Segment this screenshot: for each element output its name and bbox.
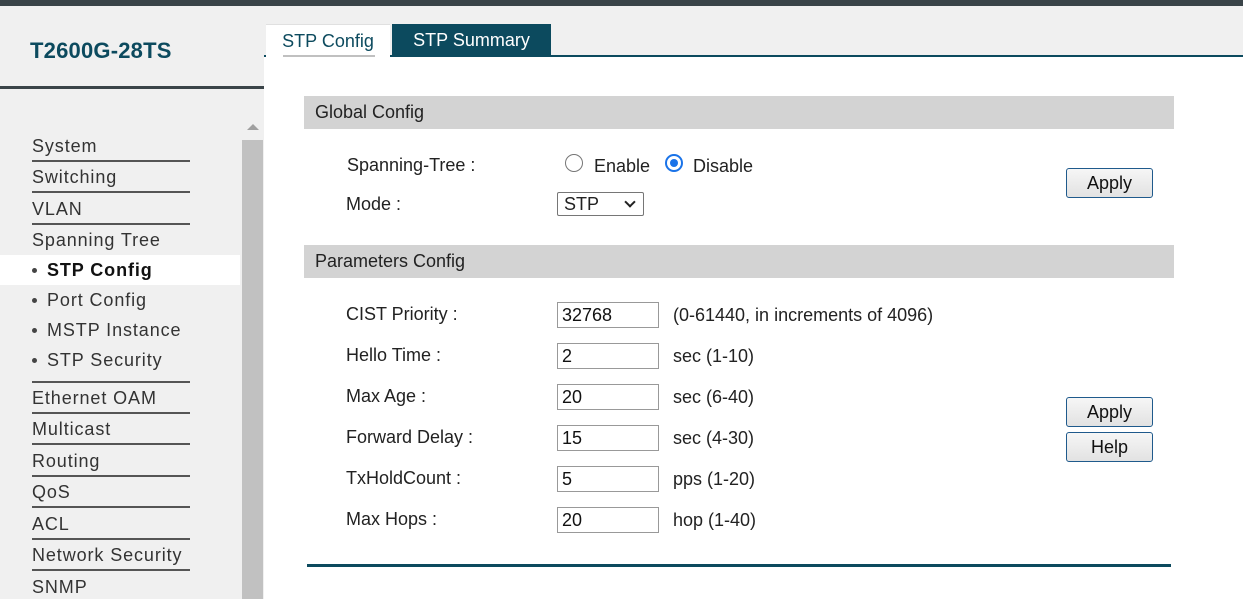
section-header-global-config: Global Config <box>304 96 1174 129</box>
tab-stp-config[interactable]: STP Config <box>266 24 390 57</box>
max-hops-hint: hop (1-40) <box>673 510 757 530</box>
tab-label: STP Config <box>282 31 374 51</box>
forward-delay-hint: sec (4-30) <box>673 428 755 448</box>
nav-menu: System Switching VLAN Spanning Tree STP … <box>0 130 240 599</box>
submenu-item-label: STP Security <box>47 350 163 370</box>
submenu-item-label: STP Config <box>47 260 153 280</box>
help-button[interactable]: Help <box>1066 432 1153 462</box>
tab-indicator <box>283 55 375 57</box>
cist-priority-label: CIST Priority : <box>346 304 458 324</box>
max-age-hint: sec (6-40) <box>673 387 755 407</box>
bottom-divider <box>307 564 1171 567</box>
max-hops-label: Max Hops : <box>346 509 438 529</box>
submenu-item-label: MSTP Instance <box>47 320 182 340</box>
menu-item-acl[interactable]: ACL <box>32 508 190 540</box>
bullet-icon <box>32 358 37 363</box>
hello-time-label: Hello Time : <box>346 345 442 365</box>
parameters-apply-button[interactable]: Apply <box>1066 397 1153 427</box>
tx-hold-count-hint: pps (1-20) <box>673 469 756 489</box>
mode-select-value: STP <box>564 194 600 214</box>
spanning-tree-label: Spanning-Tree : <box>347 155 476 175</box>
section-header-parameters-config: Parameters Config <box>304 245 1174 278</box>
cist-priority-input[interactable]: 32768 <box>557 302 659 328</box>
radio-enable-label: Enable <box>594 156 651 176</box>
max-hops-input[interactable]: 20 <box>557 507 659 533</box>
menu-item-network-security[interactable]: Network Security <box>32 539 190 571</box>
menu-item-system[interactable]: System <box>32 130 190 162</box>
brand-divider <box>0 86 264 89</box>
radio-disable[interactable] <box>665 154 683 172</box>
submenu-item-stp-security[interactable]: STP Security <box>0 345 240 375</box>
max-age-input[interactable]: 20 <box>557 384 659 410</box>
menu-item-spanning-tree[interactable]: Spanning Tree <box>32 224 190 256</box>
scrollbar[interactable] <box>242 140 263 599</box>
bullet-icon <box>32 268 37 273</box>
global-apply-button[interactable]: Apply <box>1066 168 1153 198</box>
chevron-down-icon <box>624 196 636 208</box>
tx-hold-count-input[interactable]: 5 <box>557 466 659 492</box>
hello-time-input[interactable]: 2 <box>557 343 659 369</box>
submenu-item-mstp-instance[interactable]: MSTP Instance <box>0 315 240 345</box>
mode-label: Mode : <box>346 194 402 214</box>
menu-item-qos[interactable]: QoS <box>32 476 190 508</box>
menu-item-multicast[interactable]: Multicast <box>32 413 190 445</box>
device-model: T2600G-28TS <box>30 38 172 63</box>
menu-item-vlan[interactable]: VLAN <box>32 193 190 225</box>
forward-delay-label: Forward Delay : <box>346 427 474 447</box>
menu-item-switching[interactable]: Switching <box>32 161 190 193</box>
tx-hold-count-label: TxHoldCount : <box>346 468 462 488</box>
submenu-item-label: Port Config <box>47 290 147 310</box>
menu-item-snmp[interactable]: SNMP <box>32 571 190 599</box>
forward-delay-input[interactable]: 15 <box>557 425 659 451</box>
menu-item-ethernet-oam[interactable]: Ethernet OAM <box>32 382 190 414</box>
submenu-item-port-config[interactable]: Port Config <box>0 285 240 315</box>
cist-priority-hint: (0-61440, in increments of 4096) <box>673 305 934 325</box>
mode-select[interactable]: STP <box>557 192 644 216</box>
submenu-item-stp-config[interactable]: STP Config <box>0 255 240 285</box>
menu-item-routing[interactable]: Routing <box>32 445 190 477</box>
max-age-label: Max Age : <box>346 386 427 406</box>
radio-disable-label: Disable <box>693 156 754 176</box>
chevron-up-icon <box>247 124 259 130</box>
sidebar: T2600G-28TS System Switching VLAN Spanni… <box>0 6 264 599</box>
tab-stp-summary[interactable]: STP Summary <box>392 24 551 57</box>
radio-enable[interactable] <box>565 154 583 172</box>
scroll-up-button[interactable] <box>242 114 263 140</box>
bullet-icon <box>32 328 37 333</box>
bullet-icon <box>32 298 37 303</box>
hello-time-hint: sec (1-10) <box>673 346 755 366</box>
